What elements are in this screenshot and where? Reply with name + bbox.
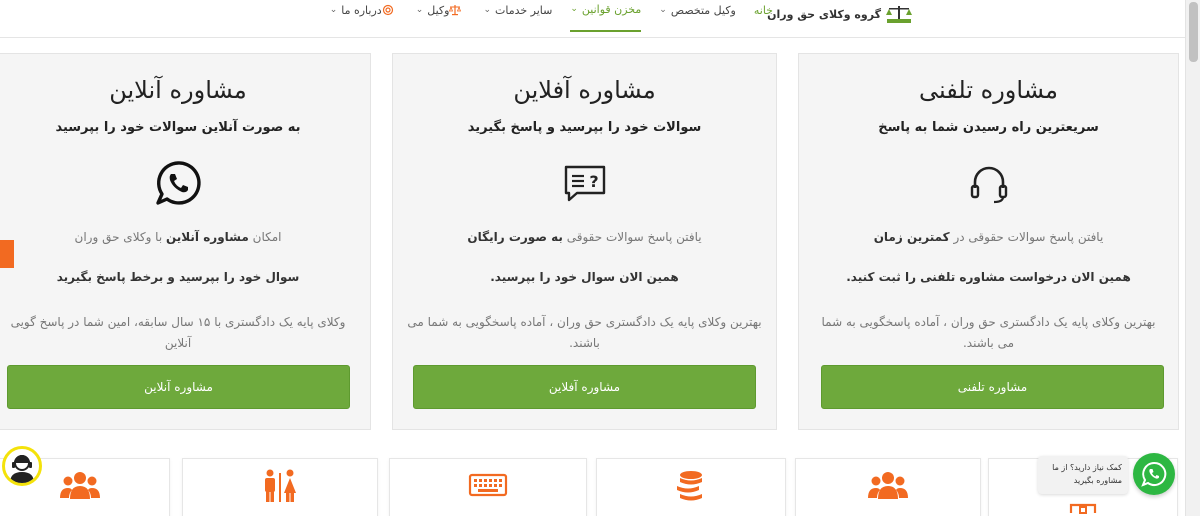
chevron-down-icon: ⌄: [570, 4, 578, 14]
chevron-down-icon: ⌄: [483, 5, 491, 15]
chevron-down-icon: ⌄: [329, 5, 338, 15]
svg-text:?: ?: [589, 172, 598, 191]
service-tile-team[interactable]: [795, 458, 981, 516]
feature-text-post: با وکلای حق وران: [74, 230, 166, 244]
nav-item-label: خانه: [753, 3, 773, 17]
support-agent-icon: [10, 455, 34, 483]
service-tile-family[interactable]: [182, 458, 378, 516]
nav-item-label: مخزن قوانین: [581, 2, 642, 16]
support-icon: [382, 4, 393, 16]
card-subtitle: سوالات خود را بپرسید و پاسخ بگیرید: [467, 120, 702, 135]
whatsapp-chat-button[interactable]: [1133, 453, 1175, 495]
keyboard-icon: [468, 473, 508, 497]
card-subtitle: سریعترین راه رسیدن شما به پاسخ: [878, 120, 1099, 135]
nav-item-label: سایر خدمات: [494, 3, 553, 17]
chat-help-bubble[interactable]: کمک نیاز دارید؟ از ما مشاوره بگیرید: [1038, 456, 1128, 494]
offline-consultation-button[interactable]: مشاوره آفلاین: [413, 365, 756, 409]
page-scrollbar[interactable]: [1185, 0, 1200, 516]
nav-item-label: وکیل متخصص: [670, 3, 736, 17]
card-feature-text: امکان مشاوره آنلاین با وکلای حق وران: [0, 230, 360, 244]
feature-text-pre: یافتن پاسخ سوالات حقوقی در: [949, 230, 1104, 244]
card-feature-text: یافتن پاسخ سوالات حقوقی به صورت رایگان: [403, 230, 766, 244]
chevron-down-icon: ⌄: [659, 5, 667, 15]
nav-item-other-services[interactable]: سایر خدمات ⌄: [483, 4, 552, 17]
side-feedback-tab[interactable]: [0, 240, 14, 268]
online-consultation-button[interactable]: مشاوره آنلاین: [7, 365, 350, 409]
feature-text-pre: امکان: [248, 230, 282, 244]
nav-item-lawyer[interactable]: وکیل ⌄: [416, 4, 466, 17]
scrollbar-thumb[interactable]: [1189, 2, 1198, 62]
headset-icon: [970, 166, 1007, 204]
feature-text-bold: مشاوره آنلاین: [166, 230, 249, 244]
service-tile-coins[interactable]: [596, 458, 786, 516]
coins-icon: [677, 471, 702, 501]
chevron-down-icon: ⌄: [415, 5, 424, 15]
nav-item-lawyer-specialist[interactable]: وکیل متخصص ⌄: [659, 4, 736, 17]
nav-item-home[interactable]: خانه: [754, 4, 773, 17]
service-tile-keyboard[interactable]: [389, 458, 587, 516]
card-call-to-action-text: همین الان درخواست مشاوره تلفنی را ثبت کن…: [846, 270, 1131, 284]
phone-consultation-button[interactable]: مشاوره تلفنی: [821, 365, 1164, 409]
feature-text-bold: به صورت رایگان: [467, 230, 563, 244]
card-description: بهترین وکلای پایه یک دادگستری حق وران ، …: [407, 315, 762, 350]
feature-text-bold: کمترین زمان: [873, 230, 950, 244]
users-icon: [60, 472, 100, 499]
nav-item-law-repository[interactable]: مخزن قوانین ⌄: [570, 2, 642, 32]
card-title: مشاوره آنلاین: [109, 76, 247, 104]
card-title: مشاوره آفلاین: [513, 76, 656, 104]
whatsapp-icon: [1141, 461, 1167, 487]
nav-item-about[interactable]: درباره ما ⌄: [330, 4, 398, 17]
nav-item-label: درباره ما: [341, 3, 382, 17]
question-chat-icon: ?: [564, 165, 605, 202]
users-icon: [868, 472, 908, 499]
card-description: بهترین وکلای پایه یک دادگستری حق وران ، …: [821, 315, 1156, 350]
card-subtitle: به صورت آنلاین سوالات خود را بپرسید: [55, 120, 301, 135]
card-feature-text: یافتن پاسخ سوالات حقوقی در کمترین زمان: [809, 230, 1168, 244]
nav-item-label: وکیل: [427, 3, 450, 17]
whatsapp-icon: [156, 161, 201, 205]
scales-icon: [449, 5, 462, 16]
card-description: وکلای پایه یک دادگستری با ۱۵ سال سابقه، …: [10, 315, 346, 350]
card-online-consultation: مشاوره آنلاین به صورت آنلاین سوالات خود …: [0, 53, 371, 430]
card-title: مشاوره تلفنی: [919, 76, 1058, 104]
card-offline-consultation: مشاوره آفلاین سوالات خود را بپرسید و پاس…: [392, 53, 777, 430]
card-call-to-action-text: سوال خود را بپرسید و برخط پاسخ بگیرید: [56, 270, 300, 284]
scales-logo-icon: [886, 6, 912, 23]
nav-menu: خانه وکیل متخصص ⌄ مخزن قوانین ⌄ سایر خدم…: [312, 2, 773, 32]
support-agent-avatar[interactable]: [2, 446, 42, 486]
feature-text-pre: یافتن پاسخ سوالات حقوقی: [562, 230, 702, 244]
card-phone-consultation: مشاوره تلفنی سریعترین راه رسیدن شما به پ…: [798, 53, 1179, 430]
site-logo[interactable]: گروه وکلای حق وران: [767, 2, 913, 26]
logo-text: گروه وکلای حق وران: [767, 7, 881, 21]
top-nav: گروه وکلای حق وران خانه وکیل متخصص ⌄ مخز…: [0, 0, 1185, 38]
family-icon: [265, 469, 296, 502]
card-call-to-action-text: همین الان سوال خود را بپرسید.: [490, 270, 679, 284]
